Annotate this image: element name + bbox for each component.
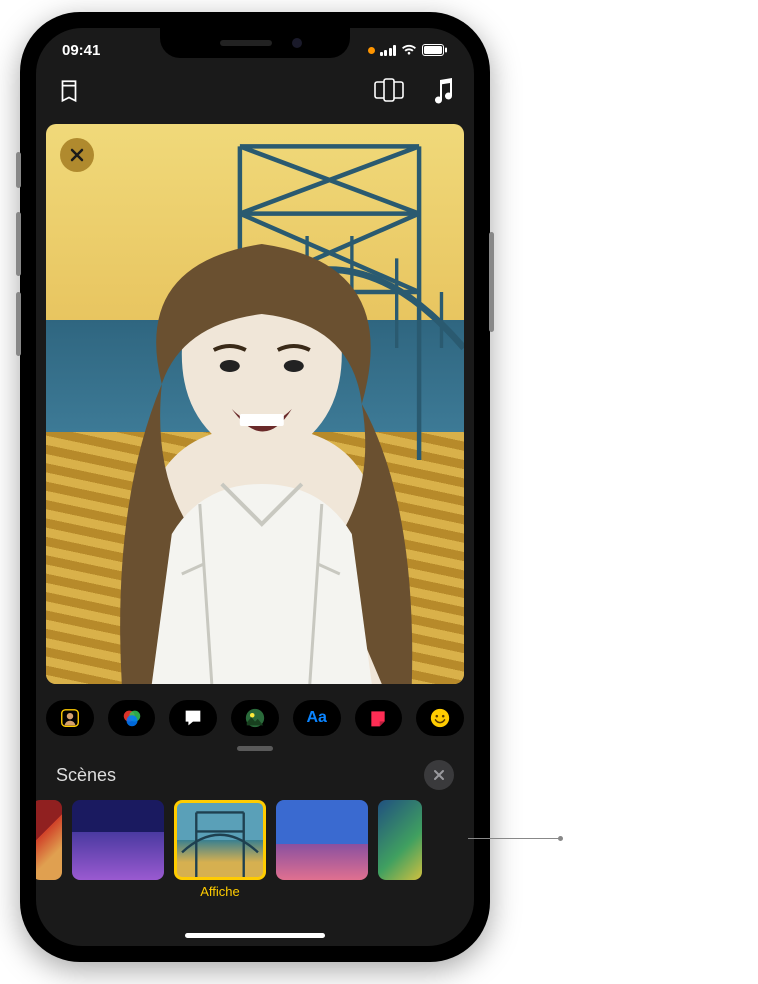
memoji-button[interactable] [46,700,94,736]
text-button[interactable]: Aa [293,700,341,736]
scene-thumb-action[interactable] [36,800,62,880]
app-toolbar [36,78,474,118]
scene-browser[interactable]: Affiche [36,800,474,910]
mic-indicator-icon [368,47,375,54]
close-viewer-button[interactable] [60,138,94,172]
bridge-icon [177,803,263,877]
selfie-subject [92,204,432,684]
battery-icon [422,44,448,56]
iphone-frame: 09:41 [20,12,490,962]
screen: 09:41 [36,28,474,946]
cellular-icon [380,45,397,56]
scene-thumb-affiche[interactable]: Affiche [174,800,266,899]
home-indicator[interactable] [185,933,325,938]
volume-down [16,292,21,356]
effects-bar: Aa [46,694,464,742]
scene-thumb-reef[interactable] [276,800,368,880]
scenes-button[interactable] [231,700,279,736]
panel-grabber[interactable] [237,746,273,751]
status-indicators [368,44,449,56]
emoji-button[interactable] [416,700,464,736]
music-button[interactable] [432,78,454,118]
callout-leader-line [468,838,560,839]
projects-button[interactable] [56,78,82,118]
panel-title: Scènes [56,765,116,786]
scene-thumb-label: Affiche [200,884,240,899]
scene-thumb-city[interactable] [72,800,164,880]
side-button [489,232,494,332]
panel-header: Scènes [56,760,454,790]
scene-thumb-monsters[interactable] [378,800,422,880]
notch [160,28,350,58]
viewer[interactable] [46,124,464,684]
wifi-icon [401,44,417,56]
stickers-button[interactable] [355,700,403,736]
volume-up [16,212,21,276]
live-titles-button[interactable] [169,700,217,736]
status-time: 09:41 [62,42,100,59]
filters-button[interactable] [108,700,156,736]
text-icon: Aa [306,709,326,727]
panel-close-button[interactable] [424,760,454,790]
mute-switch [16,152,21,188]
aspect-ratio-button[interactable] [374,78,404,118]
